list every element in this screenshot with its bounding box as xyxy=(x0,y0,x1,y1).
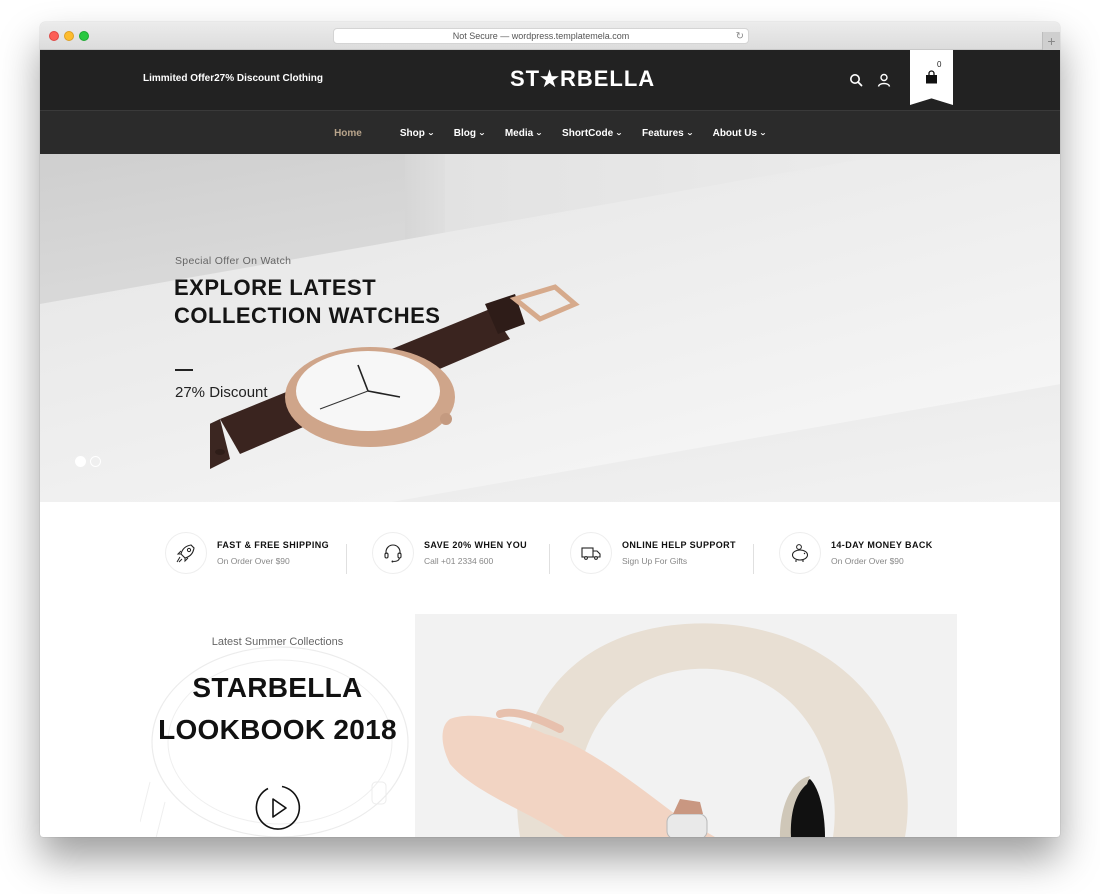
rocket-icon xyxy=(176,544,195,563)
feature-icon-circle xyxy=(165,532,207,574)
nav-item-label: Shop xyxy=(399,127,425,139)
feature-title: 14-DAY MONEY BACK xyxy=(831,540,933,550)
divider xyxy=(549,544,550,574)
logo-text-right: RBELLA xyxy=(559,66,656,91)
close-window-button[interactable] xyxy=(49,31,59,41)
nav-item-label: Features xyxy=(642,127,684,139)
nav-item-label: ShortCode xyxy=(562,127,614,139)
nav-item-label: Home xyxy=(334,127,362,139)
feature-icon-circle xyxy=(372,532,414,574)
shopping-bag-icon xyxy=(926,70,937,84)
star-icon: ★ xyxy=(540,68,560,91)
screen: Not Secure — wordpress.templatemela.com … xyxy=(0,0,1100,894)
hero-discount: 27% Discount xyxy=(175,384,268,401)
url-text: Not Secure — wordpress.templatemela.com xyxy=(452,31,630,41)
lookbook-image xyxy=(415,614,957,837)
nav-item-label: Blog xyxy=(453,127,476,139)
hero-title-line-1: EXPLORE LATEST xyxy=(174,275,377,300)
new-tab-button[interactable]: + xyxy=(1042,32,1060,50)
feature-item: FAST & FREE SHIPPING On Order Over $90 xyxy=(165,532,329,574)
nav-item-home[interactable]: Home xyxy=(324,128,372,139)
divider xyxy=(346,544,347,574)
browser-window: Not Secure — wordpress.templatemela.com … xyxy=(40,22,1060,837)
reload-icon[interactable]: ↻ xyxy=(736,29,744,44)
piggy-bank-icon xyxy=(791,544,809,562)
user-icon[interactable] xyxy=(877,73,891,87)
browser-toolbar: Not Secure — wordpress.templatemela.com … xyxy=(40,22,1060,50)
feature-subtitle: Call +01 2334 600 xyxy=(424,556,494,566)
plus-icon: + xyxy=(1047,33,1056,49)
lookbook-title-line-1: STARBELLA xyxy=(192,672,363,703)
feature-icon-circle xyxy=(570,532,612,574)
features-bar: FAST & FREE SHIPPING On Order Over $90 S… xyxy=(40,532,1060,588)
lookbook-title-line-2: LOOKBOOK 2018 xyxy=(158,714,397,745)
feature-subtitle: Sign Up For Gifts xyxy=(622,556,688,566)
promo-text: Limmited Offer27% Discount Clothing xyxy=(143,73,324,84)
play-icon[interactable] xyxy=(254,784,302,832)
slider-pagination xyxy=(75,456,101,467)
top-header: Limmited Offer27% Discount Clothing ST★R… xyxy=(40,50,1060,110)
divider xyxy=(753,544,754,574)
hero-slider: Special Offer On Watch EXPLORE LATEST CO… xyxy=(40,154,1060,502)
feature-title: SAVE 20% WHEN YOU xyxy=(424,540,527,550)
lookbook-title: STARBELLA LOOKBOOK 2018 xyxy=(140,667,415,751)
truck-icon xyxy=(581,547,601,560)
nav-item-features[interactable]: Features ⌄ xyxy=(632,128,703,139)
slider-dot-1[interactable] xyxy=(75,456,86,467)
cart-button[interactable]: 0 xyxy=(910,50,953,105)
feature-item: SAVE 20% WHEN YOU Call +01 2334 600 xyxy=(372,532,527,574)
chevron-down-icon: ⌄ xyxy=(615,130,623,137)
feature-subtitle: On Order Over $90 xyxy=(831,556,904,566)
feature-title: FAST & FREE SHIPPING xyxy=(217,540,330,550)
feature-item: ONLINE HELP SUPPORT Sign Up For Gifts xyxy=(570,532,736,574)
hand-watch-image xyxy=(442,623,908,837)
feature-item: 14-DAY MONEY BACK On Order Over $90 xyxy=(779,532,933,574)
lookbook-intro: Latest Summer Collections STARBELLA LOOK… xyxy=(140,612,415,837)
feature-subtitle: On Order Over $90 xyxy=(217,556,290,566)
maximize-window-button[interactable] xyxy=(79,31,89,41)
nav-item-shortcode[interactable]: ShortCode ⌄ xyxy=(552,128,632,139)
main-nav: Home Shop ⌄ Blog ⌄ Media ⌄ ShortCode ⌄ Features ⌄ A… xyxy=(40,110,1060,154)
nav-item-label: Media xyxy=(504,127,534,139)
nav-item-about-us[interactable]: About Us ⌄ xyxy=(703,128,776,139)
nav-item-media[interactable]: Media ⌄ xyxy=(495,128,552,139)
lookbook-subtitle: Latest Summer Collections xyxy=(211,636,344,648)
hero-subtitle: Special Offer On Watch xyxy=(175,255,292,267)
nav-item-label: About Us xyxy=(712,127,758,139)
nav-item-blog[interactable]: Blog ⌄ xyxy=(444,128,495,139)
logo-text-left: ST xyxy=(510,66,541,91)
address-bar[interactable]: Not Secure — wordpress.templatemela.com … xyxy=(333,28,749,44)
hero-divider xyxy=(175,369,193,371)
chevron-down-icon: ⌄ xyxy=(426,130,435,137)
site-logo[interactable]: ST★RBELLA xyxy=(510,66,655,92)
feature-title: ONLINE HELP SUPPORT xyxy=(622,540,736,550)
chevron-down-icon: ⌄ xyxy=(685,130,694,137)
cart-count: 0 xyxy=(937,60,942,69)
nav-item-shop[interactable]: Shop ⌄ xyxy=(390,128,444,139)
chevron-down-icon: ⌄ xyxy=(759,130,767,137)
chevron-down-icon: ⌄ xyxy=(478,130,486,137)
headset-icon xyxy=(384,544,402,563)
minimize-window-button[interactable] xyxy=(64,31,74,41)
search-icon[interactable] xyxy=(849,73,863,87)
hero-title: EXPLORE LATEST COLLECTION WATCHES xyxy=(174,274,440,330)
slider-dot-2[interactable] xyxy=(90,456,101,467)
hero-title-line-2: COLLECTION WATCHES xyxy=(174,303,441,328)
chevron-down-icon: ⌄ xyxy=(535,130,543,137)
feature-icon-circle xyxy=(779,532,821,574)
